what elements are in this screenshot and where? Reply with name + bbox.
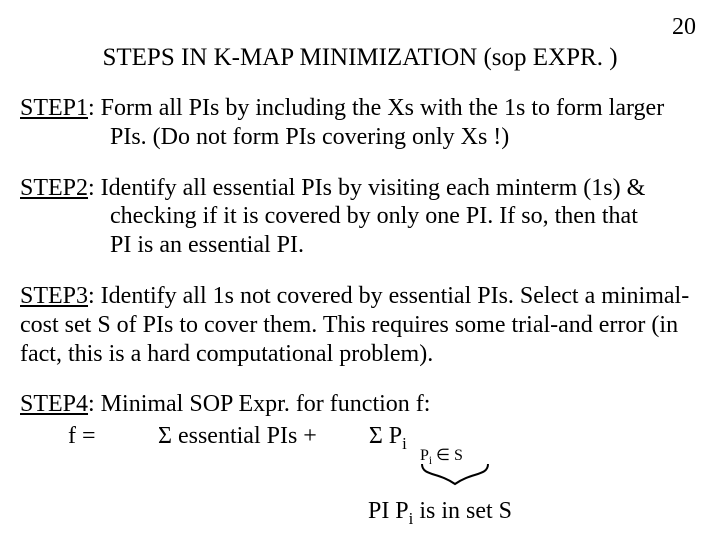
page-title: STEPS IN K-MAP MINIMIZATION (sop EXPR. ) bbox=[60, 44, 660, 72]
step-2-line3: PI is an essential PI. bbox=[20, 231, 700, 260]
step-2-line1: : Identify all essential PIs by visiting… bbox=[88, 175, 645, 201]
formula-sigma-pi-text: Σ P bbox=[369, 423, 402, 449]
step-1-line1: : Form all PIs by including the Xs with … bbox=[88, 95, 664, 121]
step-4-label: STEP4 bbox=[20, 391, 88, 417]
formula-sigma-pi: Σ Pi bbox=[369, 423, 407, 449]
formula-sigma-essential: Σ essential PIs + bbox=[158, 423, 317, 449]
step-3-line1: : Identify all 1s not covered by essenti… bbox=[88, 283, 689, 309]
page-number: 20 bbox=[672, 14, 696, 41]
step-3-label: STEP3 bbox=[20, 283, 88, 309]
step-1-label: STEP1 bbox=[20, 95, 88, 121]
step-1: STEP1: Form all PIs by including the Xs … bbox=[20, 94, 700, 152]
slide-page: 20 STEPS IN K-MAP MINIMIZATION (sop EXPR… bbox=[0, 0, 720, 540]
step-2-label: STEP2 bbox=[20, 175, 88, 201]
formula-line: f = Σ essential PIs + Σ Pi bbox=[20, 423, 700, 450]
curly-brace-icon bbox=[420, 462, 490, 488]
step-2: STEP2: Identify all essential PIs by vis… bbox=[20, 174, 700, 260]
step-1-line2: PIs. (Do not form PIs covering only Xs !… bbox=[20, 123, 700, 152]
formula-note: PI Pi is in set S bbox=[20, 498, 700, 525]
step-2-line2: checking if it is covered by only one PI… bbox=[20, 202, 700, 231]
note-suffix: is in set S bbox=[413, 498, 512, 524]
step-4: STEP4: Minimal SOP Expr. for function f: bbox=[20, 390, 700, 419]
step-3: STEP3: Identify all 1s not covered by es… bbox=[20, 282, 700, 368]
formula-f-equals: f = bbox=[20, 423, 152, 450]
step-3-line3: fact, this is a hard computational probl… bbox=[20, 341, 433, 367]
step-3-line2: cost set S of PIs to cover them. This re… bbox=[20, 312, 678, 338]
note-prefix: PI P bbox=[368, 498, 409, 524]
step-4-line1: : Minimal SOP Expr. for function f: bbox=[88, 391, 430, 417]
brace-wrap bbox=[20, 462, 700, 496]
